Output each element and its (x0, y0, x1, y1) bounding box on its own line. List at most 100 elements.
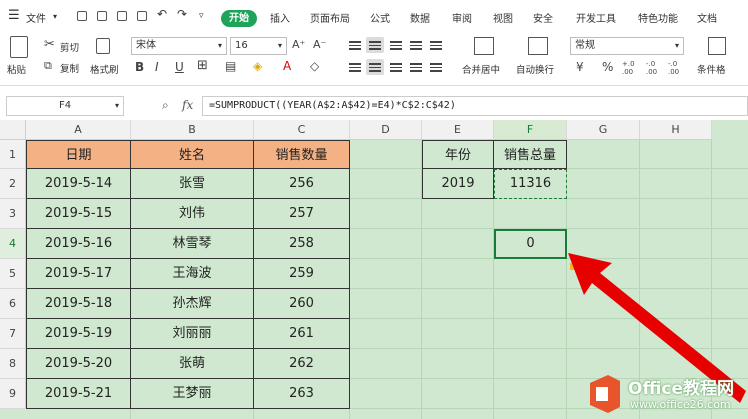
tab-developer[interactable]: 开发工具 (576, 10, 616, 25)
tab-insert[interactable]: 插入 (270, 10, 290, 25)
bold-icon[interactable]: B (135, 60, 144, 74)
scissors-icon[interactable]: ✂ (44, 38, 55, 52)
format-painter-button[interactable]: 格式刷 (90, 62, 119, 76)
table-cell[interactable]: 林雪琴 (131, 229, 254, 259)
wrap-text-icon[interactable] (528, 37, 548, 55)
paste-button[interactable]: 粘贴 (7, 62, 26, 76)
tab-data[interactable]: 数据 (410, 10, 430, 25)
table-cell[interactable]: 2019-5-17 (26, 259, 131, 289)
conditional-format-icon[interactable] (708, 37, 726, 55)
cut-button[interactable]: 剪切 (60, 40, 79, 54)
font-size-select[interactable]: 16 ▾ (230, 37, 287, 55)
decimal-increase-button[interactable]: +.0 .00 (622, 60, 640, 76)
tab-document[interactable]: 文档 (697, 10, 717, 25)
table-cell[interactable]: 2019-5-19 (26, 319, 131, 349)
export-pdf-icon[interactable] (97, 11, 107, 21)
column-header-b[interactable]: B (131, 120, 254, 140)
column-header-d[interactable]: D (350, 120, 422, 140)
table-cell[interactable]: 258 (254, 229, 350, 259)
italic-icon[interactable]: I (155, 60, 159, 74)
save-icon[interactable] (77, 11, 87, 21)
percent-button[interactable]: % (602, 60, 613, 74)
column-header-c[interactable]: C (254, 120, 350, 140)
row-header-2[interactable]: 2 (0, 169, 26, 199)
table-cell[interactable]: 刘丽丽 (131, 319, 254, 349)
tab-review[interactable]: 审阅 (452, 10, 472, 25)
justify-icon[interactable] (410, 61, 422, 73)
tab-view[interactable]: 视图 (493, 10, 513, 25)
table-cell[interactable]: 2019-5-14 (26, 169, 131, 199)
copy-icon[interactable]: ⧉ (44, 59, 52, 73)
year-value-cell[interactable]: 2019 (422, 169, 494, 199)
zoom-icon[interactable]: ⌕ (162, 98, 169, 113)
conditional-format-button[interactable]: 条件格 (697, 62, 726, 76)
table-cell[interactable]: 257 (254, 199, 350, 229)
decimal-decrease-alt-button[interactable]: -.0 .00 (668, 60, 686, 76)
tab-start[interactable]: 开始 (221, 10, 257, 27)
redo-icon[interactable]: ↷ (177, 7, 187, 21)
merge-center-icon[interactable] (474, 37, 494, 55)
name-box[interactable]: F4 ▾ (6, 96, 124, 116)
table-cell[interactable]: 2019-5-18 (26, 289, 131, 319)
table-cell[interactable]: 2019-5-20 (26, 349, 131, 379)
cell-style-icon[interactable]: ▤ (225, 59, 236, 73)
format-painter-icon[interactable] (96, 38, 110, 54)
align-left-icon[interactable] (349, 61, 361, 73)
file-dropdown-icon[interactable]: ▾ (53, 12, 57, 21)
total-label-cell[interactable]: 销售总量 (494, 140, 567, 169)
table-cell[interactable]: 2019-5-15 (26, 199, 131, 229)
table-cell[interactable]: 260 (254, 289, 350, 319)
currency-button[interactable]: ¥ (576, 60, 584, 74)
formula-input[interactable]: =SUMPRODUCT((YEAR(A$2:A$42)=E4)*C$2:C$42… (202, 96, 748, 116)
select-all-corner[interactable] (0, 120, 26, 140)
table-cell[interactable]: 256 (254, 169, 350, 199)
table-cell[interactable]: 2019-5-16 (26, 229, 131, 259)
row-header-6[interactable]: 6 (0, 289, 26, 319)
fx-icon[interactable]: fx (182, 98, 193, 112)
paste-icon[interactable] (10, 36, 28, 58)
number-format-select[interactable]: 常规 ▾ (570, 37, 684, 55)
table-cell[interactable]: 孙杰辉 (131, 289, 254, 319)
copy-button[interactable]: 复制 (60, 61, 79, 75)
row-header-4[interactable]: 4 (0, 229, 26, 259)
print-preview-icon[interactable] (137, 11, 147, 21)
row-header-8[interactable]: 8 (0, 349, 26, 379)
column-header-g[interactable]: G (567, 120, 640, 140)
tab-features[interactable]: 特色功能 (638, 10, 678, 25)
tab-security[interactable]: 安全 (533, 10, 553, 25)
align-top-icon[interactable] (349, 39, 361, 51)
table-cell[interactable]: 王海波 (131, 259, 254, 289)
print-icon[interactable] (117, 11, 127, 21)
tab-page-layout[interactable]: 页面布局 (310, 10, 350, 25)
distribute-icon[interactable] (430, 61, 442, 73)
font-name-select[interactable]: 宋体 ▾ (131, 37, 227, 55)
font-grow-icon[interactable]: A⁺ (292, 38, 305, 52)
header-cell[interactable]: 销售数量 (254, 140, 350, 169)
menu-file[interactable]: 文件 (26, 10, 46, 25)
font-color-icon[interactable]: A (283, 59, 291, 73)
align-right-icon[interactable] (390, 61, 402, 73)
table-cell[interactable]: 2019-5-21 (26, 379, 131, 409)
table-cell[interactable]: 刘伟 (131, 199, 254, 229)
table-cell[interactable]: 259 (254, 259, 350, 289)
tab-formulas[interactable]: 公式 (370, 10, 390, 25)
quick-access-dropdown-icon[interactable]: ▿ (199, 11, 204, 21)
row-header-3[interactable]: 3 (0, 199, 26, 229)
header-cell[interactable]: 日期 (26, 140, 131, 169)
table-cell[interactable]: 张雪 (131, 169, 254, 199)
table-cell[interactable]: 262 (254, 349, 350, 379)
table-cell[interactable]: 王梦丽 (131, 379, 254, 409)
font-shrink-icon[interactable]: A⁻ (313, 38, 326, 52)
table-cell[interactable]: 张萌 (131, 349, 254, 379)
undo-icon[interactable]: ↶ (157, 7, 167, 21)
fill-color-icon[interactable]: ◈ (253, 59, 262, 73)
indent-icon[interactable] (430, 39, 442, 51)
column-header-h[interactable]: H (640, 120, 712, 140)
row-header-1[interactable]: 1 (0, 140, 26, 169)
merge-center-button[interactable]: 合并居中 (462, 62, 500, 76)
decimal-decrease-button[interactable]: -.0 .00 (646, 60, 664, 76)
table-cell[interactable]: 263 (254, 379, 350, 409)
hamburger-icon[interactable]: ☰ (8, 8, 20, 23)
row-header-7[interactable]: 7 (0, 319, 26, 349)
year-label-cell[interactable]: 年份 (422, 140, 494, 169)
